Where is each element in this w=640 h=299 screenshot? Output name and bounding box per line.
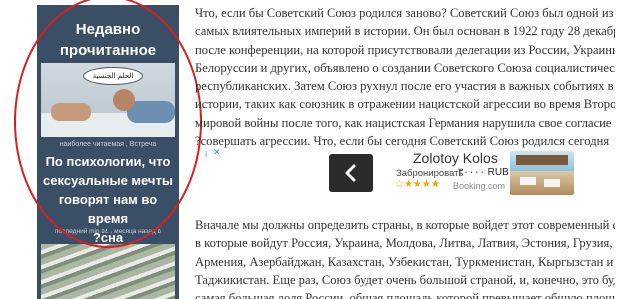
article-line: Вначале мы должны определить страны, в к…: [195, 218, 615, 232]
ad-prev-button[interactable]: [329, 154, 373, 192]
article-line: республиканских. Затем Союз рухнул после…: [195, 79, 614, 94]
photo-roof: [516, 155, 568, 165]
ad-hotel-name[interactable]: Zolotoy Kolos: [413, 150, 498, 166]
ad-book-label[interactable]: Забронировать: [396, 168, 463, 179]
thumb-head: [113, 89, 135, 111]
article-line: самая большая доля России, общая площадь…: [195, 291, 615, 299]
article-paragraph-2: Вначале мы должны определить страны, в к…: [195, 216, 615, 299]
thumb-body: [127, 101, 175, 123]
article-line: Белоруссии и других, объявлено о создани…: [195, 60, 615, 75]
ad-hotel-photo[interactable]: [510, 151, 574, 195]
sidebar-title-line-2: прочитанное: [59, 42, 157, 59]
ad-info-icon[interactable]: i: [205, 150, 207, 159]
article-date-meta: последний min ٥٤ ، месяца назад ٥: [55, 228, 161, 235]
sidebar-title: Недавно прочитанное: [37, 19, 179, 61]
article-meta: наиболее читаемая , Встреча: [59, 141, 157, 148]
ad-star-rating: ☆★★★★: [395, 179, 440, 190]
recently-read-sidebar: Недавно прочитанное الحلم الجنسية наибол…: [37, 5, 179, 299]
photo-chair: [544, 179, 560, 187]
headline-line-1: По психологии, что: [45, 154, 171, 169]
headline-line-3: говорят нам во время: [58, 192, 158, 226]
article-line: Таджикистан. Еще раз, Союз будет очень б…: [195, 272, 615, 287]
sidebar-title-line-1: Недавно: [75, 21, 141, 38]
article-line: ?совершать агрессии. Что, если бы сегодн…: [195, 134, 610, 149]
headline-line-2: сексуальные мечты: [43, 173, 173, 188]
article-line: после конференции, на которой присутство…: [195, 42, 615, 57]
article-paragraph-1: Что, если бы Советский Союз родился зано…: [195, 4, 615, 148]
article-line: самых влиятельных империй в истории. Он …: [195, 24, 615, 39]
ad-price: ٣٠٠٠٠ RUB: [458, 167, 509, 178]
thumb-feet: [51, 103, 91, 121]
thought-bubble: الحلم الجنسية: [83, 67, 143, 85]
ad-source: Booking.com: [453, 181, 506, 191]
article-thumbnail[interactable]: الحلم الجنسية: [41, 63, 175, 137]
article-line: мировой войны после того, как нацистская…: [195, 115, 615, 130]
article-line: Армения, Азербайджан, Казахстан, Узбекис…: [195, 254, 614, 269]
article-line: в которые войдут Россия, Украина, Молдов…: [195, 236, 613, 251]
article-line: Что, если бы Советский Союз родился зано…: [195, 6, 614, 20]
chevron-left-icon: [345, 164, 356, 182]
article-line: истории, таких как союзник в отражении н…: [195, 97, 615, 112]
money-thumbnail[interactable]: [41, 244, 175, 299]
photo-chair: [520, 177, 536, 185]
ad-close-icon[interactable]: ✕: [213, 148, 221, 158]
